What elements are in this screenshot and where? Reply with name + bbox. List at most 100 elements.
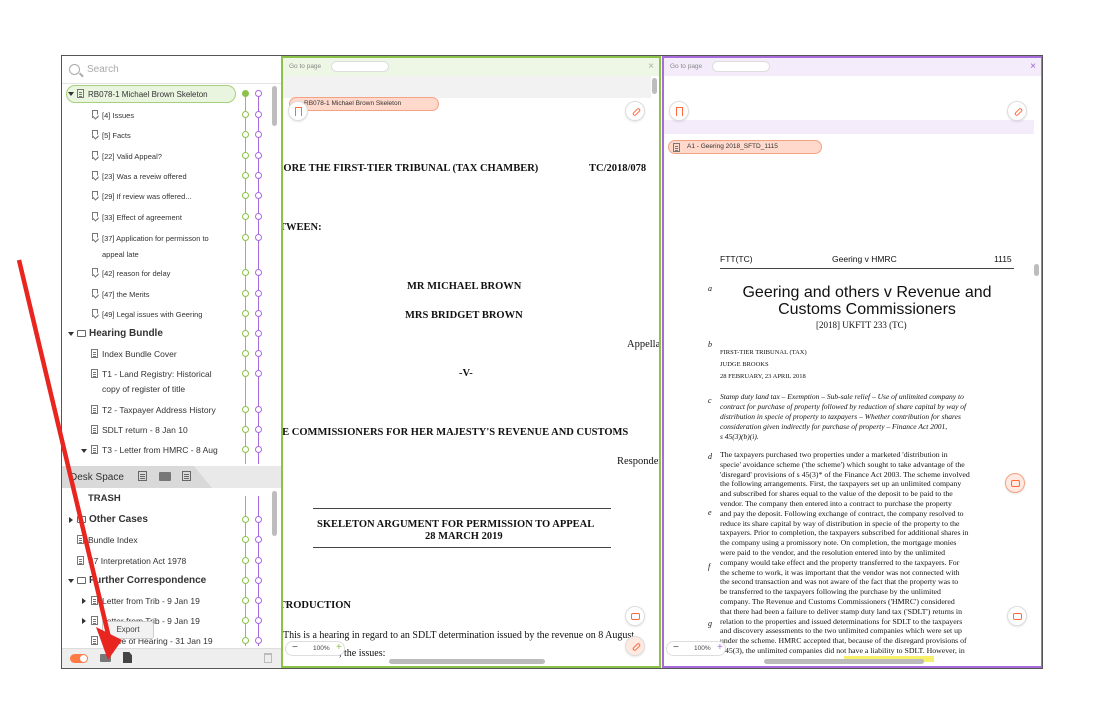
purple-node[interactable] xyxy=(255,213,262,220)
close-icon[interactable]: × xyxy=(1030,61,1036,72)
zoom-in-button[interactable]: + xyxy=(336,642,342,653)
chevron-down-icon[interactable] xyxy=(68,332,74,336)
purple-node[interactable] xyxy=(255,330,262,337)
header-rule xyxy=(720,268,1014,269)
green-node[interactable] xyxy=(242,536,249,543)
chevron-down-icon[interactable] xyxy=(68,92,74,96)
horizontal-scrollbar[interactable] xyxy=(764,659,924,664)
green-node[interactable] xyxy=(242,172,249,179)
green-node[interactable] xyxy=(242,406,249,413)
purple-node[interactable] xyxy=(255,172,262,179)
purple-node[interactable] xyxy=(255,406,262,413)
toggle-switch[interactable] xyxy=(70,654,88,663)
link-button[interactable] xyxy=(1007,101,1027,121)
purple-node[interactable] xyxy=(255,269,262,276)
desk-scrollbar[interactable] xyxy=(272,491,277,536)
green-node[interactable] xyxy=(242,213,249,220)
horizontal-scrollbar[interactable] xyxy=(389,659,545,664)
green-node[interactable] xyxy=(242,426,249,433)
chevron-right-icon[interactable] xyxy=(82,618,86,624)
purple-node[interactable] xyxy=(255,234,262,241)
trash-icon[interactable] xyxy=(264,653,272,663)
purple-node[interactable] xyxy=(255,536,262,543)
green-node[interactable] xyxy=(242,90,249,97)
close-icon[interactable]: × xyxy=(648,61,654,72)
goto-page-input[interactable] xyxy=(712,61,770,72)
case-title: Geering and others v Revenue and Customs… xyxy=(742,284,992,318)
search-input[interactable]: Search xyxy=(87,64,119,75)
purple-node[interactable] xyxy=(255,192,262,199)
green-node[interactable] xyxy=(242,234,249,241)
print-icon[interactable] xyxy=(100,654,111,662)
chevron-right-icon[interactable] xyxy=(82,598,86,604)
zoom-control: − 100% + xyxy=(285,641,345,656)
green-node[interactable] xyxy=(242,597,249,604)
green-node[interactable] xyxy=(242,350,249,357)
purple-node[interactable] xyxy=(255,426,262,433)
purple-node[interactable] xyxy=(255,350,262,357)
purple-node[interactable] xyxy=(255,111,262,118)
zoom-in-button[interactable]: + xyxy=(717,642,723,653)
chevron-down-icon[interactable] xyxy=(68,579,74,583)
zoom-out-button[interactable]: − xyxy=(673,642,679,653)
link-button-bottom[interactable] xyxy=(625,636,645,656)
purple-node[interactable] xyxy=(255,90,262,97)
green-node[interactable] xyxy=(242,617,249,624)
green-node[interactable] xyxy=(242,516,249,523)
purple-node[interactable] xyxy=(255,310,262,317)
purple-node[interactable] xyxy=(255,557,262,564)
chevron-right-icon[interactable] xyxy=(69,517,73,523)
green-node[interactable] xyxy=(242,269,249,276)
search-icon xyxy=(69,64,80,75)
purple-node[interactable] xyxy=(255,516,262,523)
green-node[interactable] xyxy=(242,577,249,584)
green-node[interactable] xyxy=(242,557,249,564)
green-node[interactable] xyxy=(242,370,249,377)
export-tooltip: Export xyxy=(102,621,154,639)
comment-button[interactable] xyxy=(625,606,645,626)
vertical-scrollbar[interactable] xyxy=(652,78,657,94)
folder-view-icon[interactable] xyxy=(159,472,171,481)
green-node[interactable] xyxy=(242,131,249,138)
goto-label: Go to page xyxy=(670,63,703,70)
list-view-icon[interactable] xyxy=(138,471,147,481)
purple-node[interactable] xyxy=(255,637,262,644)
bookmark-button[interactable] xyxy=(288,101,308,121)
purple-node[interactable] xyxy=(255,152,262,159)
document-tag[interactable]: RB078-1 Michael Brown Skeleton xyxy=(289,97,439,111)
document-tag[interactable]: A1 - Geering 2018_SFTD_1115 xyxy=(668,140,822,154)
green-node[interactable] xyxy=(242,310,249,317)
green-node[interactable] xyxy=(242,192,249,199)
comment-button-2[interactable] xyxy=(1007,606,1027,626)
green-node[interactable] xyxy=(242,637,249,644)
purple-node[interactable] xyxy=(255,577,262,584)
green-node[interactable] xyxy=(242,330,249,337)
chevron-down-icon[interactable] xyxy=(81,449,87,453)
purple-node[interactable] xyxy=(255,290,262,297)
purple-node[interactable] xyxy=(255,617,262,624)
green-node[interactable] xyxy=(242,290,249,297)
green-node[interactable] xyxy=(242,152,249,159)
purple-node[interactable] xyxy=(255,597,262,604)
green-node[interactable] xyxy=(242,446,249,453)
purple-node[interactable] xyxy=(255,446,262,453)
green-node[interactable] xyxy=(242,111,249,118)
document-view-icon[interactable] xyxy=(182,471,191,481)
sidebar-scrollbar[interactable] xyxy=(272,86,277,126)
comment-button[interactable] xyxy=(1005,473,1025,493)
bookmark-icon xyxy=(92,233,98,241)
purple-node[interactable] xyxy=(255,131,262,138)
purple-node[interactable] xyxy=(255,370,262,377)
folder-icon xyxy=(77,330,86,337)
zoom-out-button[interactable]: − xyxy=(292,642,298,653)
bookmark-icon xyxy=(92,309,98,317)
document-icon xyxy=(91,616,98,625)
link-button[interactable] xyxy=(625,101,645,121)
export-icon[interactable] xyxy=(123,652,132,663)
sidebar-toolbar xyxy=(62,648,281,668)
vertical-scrollbar[interactable] xyxy=(1034,264,1039,276)
goto-page-input[interactable] xyxy=(331,61,389,72)
bookmark-icon xyxy=(92,289,98,297)
search-bar[interactable]: Search xyxy=(62,56,281,84)
bookmark-button[interactable] xyxy=(669,101,689,121)
